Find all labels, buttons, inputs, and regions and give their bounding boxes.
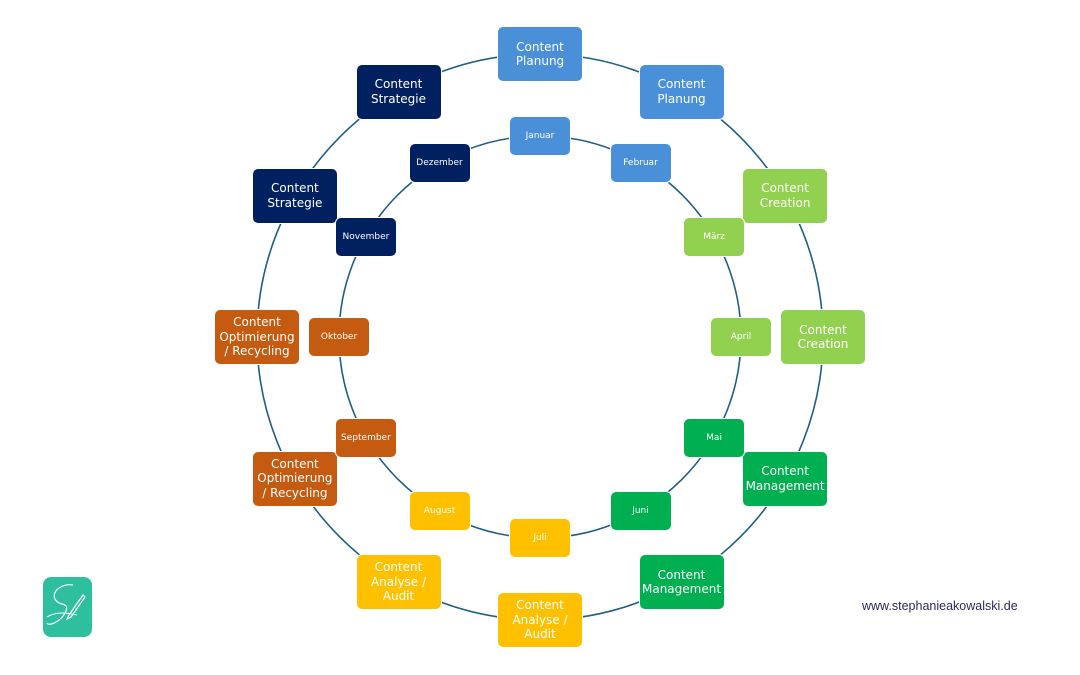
cycle-rings — [256, 53, 824, 621]
month-box: April — [710, 317, 772, 357]
phase-label: Content Creation — [797, 322, 849, 352]
month-label: Juli — [533, 533, 547, 543]
month-label: März — [703, 231, 725, 242]
phase-label: Content Planung — [515, 39, 565, 69]
month-label: Juni — [632, 506, 649, 517]
month-label: August — [423, 506, 456, 517]
phase-label: Content Strategie — [267, 181, 323, 210]
month-box: August — [408, 491, 471, 532]
phase-label: Content Optimierung / Recycling — [219, 315, 295, 359]
phase-box: Content Analyse / Audit — [497, 592, 583, 648]
phase-box: Content Management — [638, 554, 725, 611]
month-box: Juni — [609, 491, 672, 532]
month-box: März — [683, 216, 746, 257]
month-label: September — [341, 432, 391, 443]
phase-box: Content Optimierung / Recycling — [251, 450, 338, 507]
phase-box: Content Management — [742, 450, 829, 507]
month-box: Juli — [509, 518, 571, 558]
phase-label: Content Analyse / Audit — [370, 560, 427, 604]
month-label: Januar — [525, 131, 555, 141]
phase-box: Content Analyse / Audit — [355, 554, 442, 611]
phase-box: Content Planung — [497, 26, 583, 82]
signature-pen-icon — [46, 584, 86, 625]
month-box: September — [334, 417, 397, 458]
website-url: www.stephanieakowalski.de — [862, 599, 1018, 613]
phase-label: Content Management — [641, 567, 722, 597]
month-label: Mai — [706, 432, 722, 443]
phase-box: Content Strategie — [251, 167, 338, 224]
phase-label: Content Analyse / Audit — [512, 598, 568, 642]
month-label: Februar — [623, 157, 658, 168]
phase-label: Content Management — [745, 464, 825, 493]
month-label: April — [730, 332, 752, 342]
month-label: Oktober — [320, 332, 358, 342]
phase-box: Content Optimierung / Recycling — [214, 309, 300, 365]
phase-label: Content Creation — [759, 181, 811, 210]
month-box: Mai — [683, 417, 746, 458]
month-box: Oktober — [308, 317, 370, 357]
phase-box: Content Creation — [780, 309, 866, 365]
phase-label: Content Planung — [657, 77, 706, 106]
month-label: November — [342, 231, 390, 242]
inner-ring-line — [338, 135, 742, 539]
phase-box: Content Creation — [742, 167, 829, 224]
month-box: November — [334, 216, 397, 257]
month-box: Dezember — [408, 142, 471, 183]
month-box: Januar — [509, 116, 571, 156]
phase-box: Content Planung — [638, 63, 725, 120]
phase-box: Content Strategie — [355, 63, 442, 120]
logo — [43, 577, 92, 637]
month-label: Dezember — [416, 157, 463, 168]
phase-label: Content Strategie — [370, 77, 427, 106]
month-box: Februar — [609, 142, 672, 183]
phase-label: Content Optimierung / Recycling — [257, 456, 333, 500]
